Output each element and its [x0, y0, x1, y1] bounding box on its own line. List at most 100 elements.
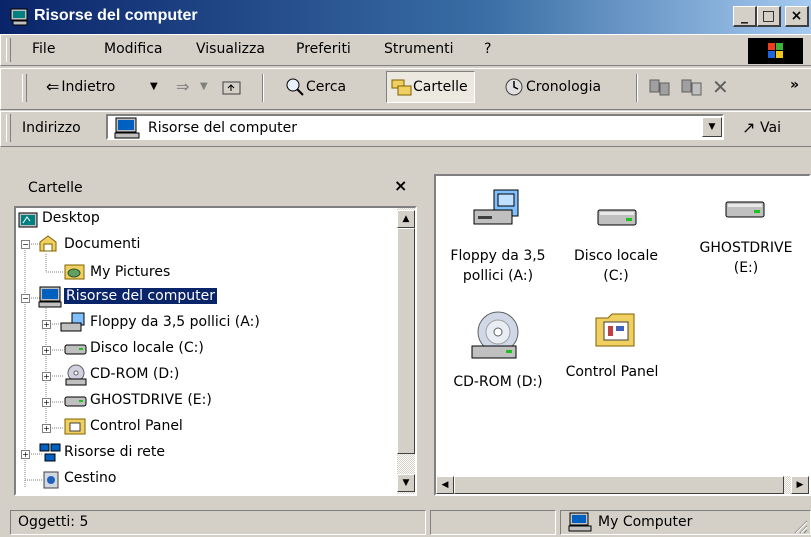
hard-drive-icon	[725, 201, 765, 218]
address-value[interactable]: Risorse del computer	[148, 120, 297, 136]
menu-preferiti[interactable]: Preferiti	[296, 41, 351, 57]
computer-icon	[10, 8, 28, 26]
tree-expand-icon[interactable]: +	[42, 424, 51, 433]
menu-help[interactable]: ?	[484, 41, 491, 57]
folders-icon	[391, 79, 412, 96]
status-object-count: Oggetti: 5	[18, 514, 89, 530]
item-label-line: GHOSTDRIVE	[699, 240, 793, 256]
address-grip[interactable]	[6, 114, 11, 142]
pane-splitter[interactable]	[420, 174, 430, 496]
go-button[interactable]: Vai	[760, 120, 781, 136]
item-label-line: Floppy da 3,5	[450, 248, 546, 264]
tree-expand-icon[interactable]: +	[42, 398, 51, 407]
hard-drive-icon	[597, 209, 637, 226]
folders-button[interactable]: Cartelle	[386, 71, 475, 103]
tree-expand-icon[interactable]: +	[42, 320, 51, 329]
search-button[interactable]: Cerca	[284, 70, 346, 104]
content-item-floppy[interactable]: Floppy da 3,5 pollici (A:)	[438, 246, 558, 286]
control-panel-folder-icon	[64, 418, 86, 435]
item-label-line: (E:)	[733, 260, 759, 276]
hard-drive-icon	[64, 396, 87, 407]
content-item-cd-rom[interactable]: CD-ROM (D:)	[438, 372, 558, 392]
folders-pane-close-button[interactable]: ×	[394, 176, 407, 195]
cd-drive-icon	[65, 364, 87, 386]
folder-tree[interactable]: Desktop − Documenti My Pictures − Risors…	[14, 206, 417, 496]
search-icon	[286, 78, 304, 96]
tree-item-disco-locale[interactable]: Disco locale (C:)	[90, 340, 204, 356]
close-button[interactable]: ×	[785, 6, 809, 27]
documents-folder-icon	[39, 235, 57, 252]
status-segment-empty	[430, 510, 556, 535]
tree-expand-icon[interactable]: +	[42, 372, 51, 381]
scroll-up-icon[interactable]: ▲	[397, 210, 415, 228]
desktop-icon	[18, 212, 38, 228]
tree-item-risorse-del-computer[interactable]: Risorse del computer	[64, 288, 217, 304]
search-label: Cerca	[306, 79, 347, 95]
item-label-line: Control Panel	[565, 364, 659, 380]
history-button[interactable]: Cronologia	[504, 70, 601, 104]
copy-to-icon	[681, 79, 702, 96]
tree-item-ghostdrive[interactable]: GHOSTDRIVE (E:)	[90, 392, 212, 408]
content-item-ghostdrive[interactable]: GHOSTDRIVE (E:)	[686, 238, 806, 278]
content-pane[interactable]: Floppy da 3,5 pollici (A:) Disco locale …	[434, 174, 811, 496]
item-label-line: CD-ROM (D:)	[453, 374, 543, 390]
tree-expand-icon[interactable]: +	[42, 346, 51, 355]
tree-item-my-pictures[interactable]: My Pictures	[90, 264, 170, 280]
scroll-thumb[interactable]	[397, 228, 415, 454]
tree-item-risorse-di-rete[interactable]: Risorse di rete	[64, 444, 165, 460]
toolbar-separator	[262, 74, 264, 102]
back-arrow-icon: ⇐	[46, 77, 60, 96]
tree-item-cestino[interactable]: Cestino	[64, 470, 117, 486]
network-icon	[39, 443, 61, 462]
tree-item-floppy[interactable]: Floppy da 3,5 pollici (A:)	[90, 314, 260, 330]
move-to-button[interactable]	[648, 70, 672, 104]
toolbar-separator	[636, 74, 638, 102]
forward-dropdown-icon[interactable]: ▼	[200, 70, 208, 104]
scroll-right-icon[interactable]: ▶	[791, 476, 809, 494]
windows-logo-icon	[748, 38, 803, 64]
minimize-button[interactable]: _	[733, 6, 757, 27]
back-label: Indietro	[61, 79, 116, 95]
item-label-line: (C:)	[603, 268, 629, 284]
scroll-down-icon[interactable]: ▼	[397, 474, 415, 492]
menu-grip[interactable]	[6, 38, 11, 62]
back-dropdown-icon[interactable]: ▼	[150, 70, 158, 104]
toolbar-grip[interactable]	[22, 74, 27, 102]
folder-up-icon	[222, 81, 241, 95]
window-title: Risorse del computer	[34, 7, 198, 24]
address-dropdown-icon[interactable]: ▼	[702, 117, 722, 137]
maximize-button[interactable]: □	[757, 6, 781, 27]
menu-strumenti[interactable]: Strumenti	[384, 41, 454, 57]
copy-to-button[interactable]	[680, 70, 704, 104]
up-folder-button[interactable]	[222, 70, 242, 104]
tree-item-documenti[interactable]: Documenti	[64, 236, 140, 252]
tree-item-control-panel[interactable]: Control Panel	[90, 418, 183, 434]
go-arrow-icon[interactable]: ↗	[742, 118, 755, 137]
horizontal-scroll-thumb[interactable]	[454, 476, 784, 494]
item-label-line: pollici (A:)	[462, 268, 534, 284]
scroll-left-icon[interactable]: ◀	[436, 476, 454, 494]
tree-collapse-icon[interactable]: −	[21, 294, 30, 303]
toolbar-overflow[interactable]: »	[790, 68, 799, 102]
tree-item-desktop[interactable]: Desktop	[42, 210, 100, 226]
address-label: Indirizzo	[22, 120, 81, 136]
menu-file[interactable]: File	[32, 41, 55, 57]
delete-icon[interactable]: ✕	[712, 70, 729, 104]
folders-pane-title: Cartelle	[28, 180, 83, 196]
folders-label: Cartelle	[413, 79, 468, 95]
menu-modifica[interactable]: Modifica	[104, 41, 163, 57]
back-button[interactable]: ⇐ Indietro	[46, 70, 115, 104]
menu-visualizza[interactable]: Visualizza	[196, 41, 265, 57]
floppy-drive-icon	[60, 312, 85, 332]
computer-icon	[38, 286, 62, 308]
move-to-icon	[649, 79, 670, 96]
tree-item-cd-rom[interactable]: CD-ROM (D:)	[90, 366, 179, 382]
content-item-disco-locale[interactable]: Disco locale (C:)	[556, 246, 676, 286]
resize-grip-icon[interactable]	[792, 518, 808, 534]
forward-button-icon[interactable]: ⇒	[176, 70, 189, 104]
tree-collapse-icon[interactable]: −	[21, 240, 30, 249]
content-item-control-panel[interactable]: Control Panel	[552, 362, 672, 382]
history-label: Cronologia	[526, 79, 602, 95]
tree-expand-icon[interactable]: +	[21, 450, 30, 459]
item-label-line: Disco locale	[574, 248, 658, 264]
